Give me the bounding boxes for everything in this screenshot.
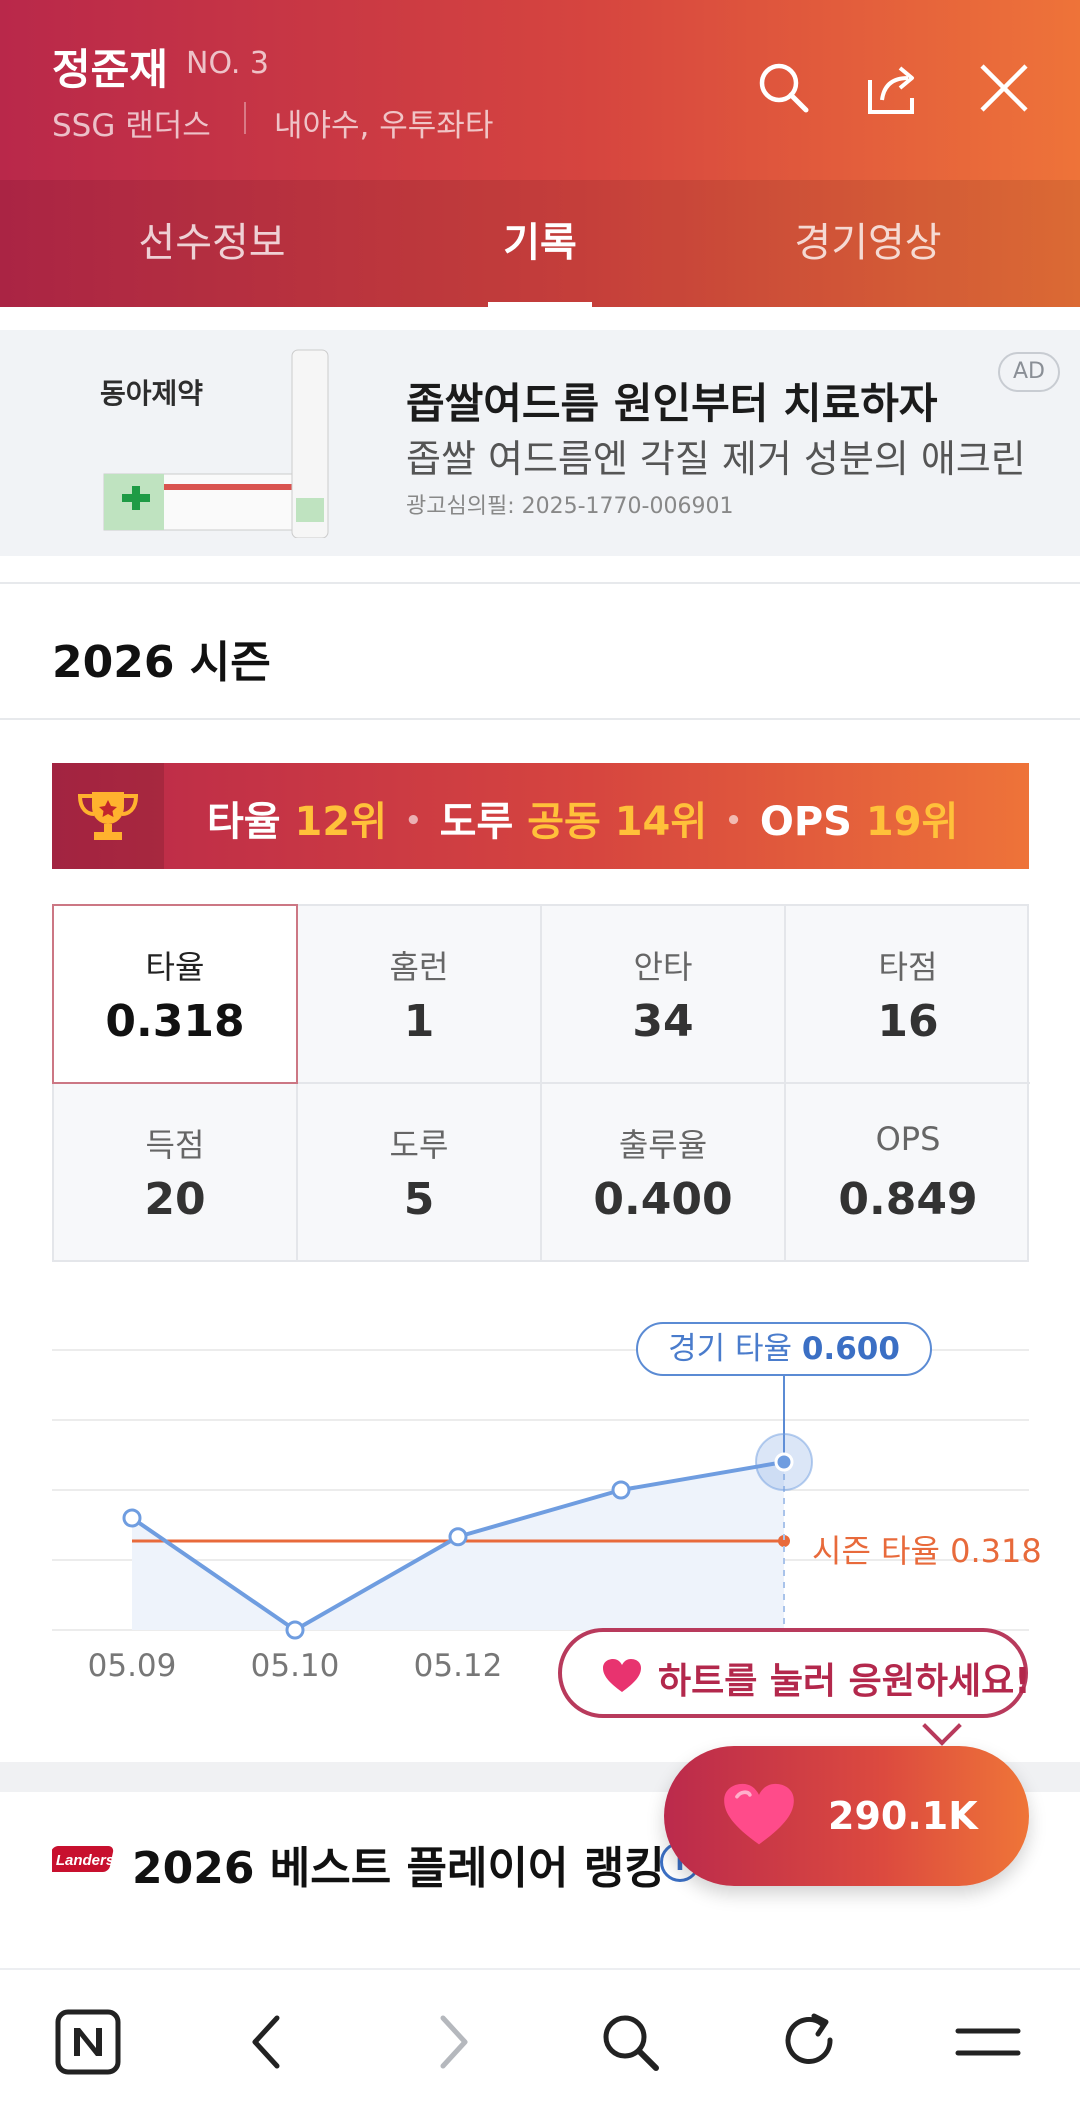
stat-label: 출루율: [618, 1126, 708, 1164]
cheer-count: 290.1K: [828, 1794, 978, 1838]
stat-cell-runs[interactable]: 득점 20: [54, 1084, 298, 1262]
stat-value: 5: [403, 1174, 435, 1225]
season-title: 2026 시즌: [52, 637, 271, 688]
data-point: [285, 1620, 305, 1640]
rank-summary: 타율 12위 • 도루 공동 14위 • OPS 19위: [207, 789, 958, 847]
close-button[interactable]: [968, 52, 1040, 124]
stat-value: 0.400: [593, 1174, 733, 1225]
tooltip-label: 경기 타율: [668, 1331, 792, 1367]
player-header: 정준재 NO. 3 SSG 랜더스 내야수, 우투좌타 선수정보 기록 경기영상: [0, 0, 1080, 307]
divider: [0, 582, 1080, 584]
stat-label: 안타: [633, 948, 693, 986]
chart-tooltip: 경기 타율 0.600: [636, 1322, 932, 1376]
tab-bar: 선수정보 기록 경기영상: [0, 180, 1080, 307]
stat-cell-avg[interactable]: 타율 0.318: [52, 904, 298, 1084]
ad-certification: 광고심의필: 2025-1770-006901: [406, 494, 734, 519]
stat-label: OPS: [875, 1120, 941, 1158]
ad-brand: 동아제약: [100, 377, 204, 410]
stat-cell-hits[interactable]: 안타 34: [542, 906, 786, 1084]
trophy-icon: [77, 792, 139, 840]
season-avg-label: 시즌 타율 0.318: [812, 1532, 1042, 1570]
refresh-icon: [785, 2013, 833, 2064]
share-button[interactable]: [856, 52, 928, 124]
data-point: [448, 1527, 468, 1547]
stat-label: 도루: [389, 1126, 449, 1164]
cheer-text: 하트를 눌러 응원하세요!: [658, 1661, 1031, 1702]
browser-bottom-nav: [0, 1968, 1080, 2109]
active-tab-indicator: [488, 302, 592, 307]
stat-value: 1: [403, 996, 435, 1047]
tab-game-video[interactable]: 경기영상: [718, 210, 1018, 268]
tab-player-info[interactable]: 선수정보: [62, 210, 362, 268]
ad-subtitle: 좁쌀 여드름엔 각질 제거 성분의 애크린: [406, 437, 1026, 481]
data-point: [611, 1480, 631, 1500]
stat-label: 타율: [145, 948, 205, 986]
heart-icon: [724, 1783, 794, 1845]
rank-avg-label: 타율: [207, 799, 281, 845]
stat-cell-sb[interactable]: 도루 5: [298, 1084, 542, 1262]
back-icon: [252, 2015, 280, 2069]
player-position: 내야수, 우투좌타: [274, 108, 494, 144]
stat-label: 타점: [878, 948, 938, 986]
trophy-icon-box: [52, 763, 164, 869]
rank-sb-label: 도루: [439, 799, 514, 845]
header-divider: [244, 102, 246, 134]
rank-ops-value: 19위: [865, 799, 959, 845]
search-icon: [759, 63, 809, 113]
rank-ops-label: OPS: [759, 799, 852, 845]
stat-value: 20: [144, 1174, 206, 1225]
rank-separator: •: [725, 806, 742, 836]
stat-value: 0.318: [105, 996, 245, 1047]
team-name: SSG 랜더스: [52, 108, 211, 144]
search-button[interactable]: [594, 2006, 666, 2078]
x-tick-label: 05.12: [413, 1648, 503, 1684]
svg-text:Landers: Landers: [56, 1852, 114, 1869]
stat-value: 16: [877, 996, 939, 1047]
forward-button[interactable]: [416, 2006, 488, 2078]
ad-title: 좁쌀여드름 원인부터 치료하자: [406, 379, 938, 428]
naver-home-button[interactable]: [52, 2006, 124, 2078]
stat-cell-obp[interactable]: 출루율 0.400: [542, 1084, 786, 1262]
data-point: [122, 1508, 142, 1528]
stat-cell-ops[interactable]: OPS 0.849: [786, 1084, 1030, 1262]
stat-value: 0.849: [838, 1174, 978, 1225]
forward-icon: [440, 2015, 468, 2069]
stat-label: 득점: [145, 1126, 205, 1164]
refresh-button[interactable]: [774, 2006, 846, 2078]
stats-grid: 타율 0.318 홈런 1 안타 34 타점 16 득점 20 도루 5 출루율…: [52, 904, 1030, 1262]
x-tick-label: 05.09: [87, 1648, 177, 1684]
naver-icon: [55, 2009, 121, 2075]
tooltip-value: 0.600: [801, 1331, 900, 1367]
close-icon: [980, 64, 1028, 112]
divider: [0, 718, 1080, 720]
tab-records[interactable]: 기록: [390, 210, 690, 268]
search-button[interactable]: [748, 52, 820, 124]
rank-sb-value: 공동 14위: [527, 799, 708, 845]
stat-label: 홈런: [389, 948, 449, 986]
player-number: NO. 3: [186, 46, 269, 81]
landers-logo: Landers: [52, 1846, 114, 1872]
search-icon: [603, 2015, 659, 2071]
menu-button[interactable]: [952, 2006, 1024, 2078]
rank-avg-value: 12위: [294, 799, 388, 845]
player-name: 정준재: [52, 45, 168, 94]
rank-separator: •: [405, 806, 422, 836]
rank-banner: 타율 12위 • 도루 공동 14위 • OPS 19위: [52, 763, 1029, 869]
stat-cell-rbi[interactable]: 타점 16: [786, 906, 1030, 1084]
ad-badge[interactable]: AD: [998, 352, 1060, 392]
heart-cheer-button[interactable]: 290.1K: [664, 1746, 1029, 1886]
back-button[interactable]: [232, 2006, 304, 2078]
x-tick-label: 05.10: [250, 1648, 340, 1684]
best-ranking-title: 2026 베스트 플레이어 랭킹: [132, 1843, 665, 1894]
heart-icon: [603, 1659, 641, 1692]
cheer-bubble[interactable]: 하트를 눌러 응원하세요!: [558, 1628, 1031, 1718]
menu-icon: [955, 2028, 1021, 2056]
share-icon: [868, 66, 914, 114]
stat-cell-hr[interactable]: 홈런 1: [298, 906, 542, 1084]
stat-value: 34: [632, 996, 694, 1047]
data-point: [774, 1452, 794, 1472]
